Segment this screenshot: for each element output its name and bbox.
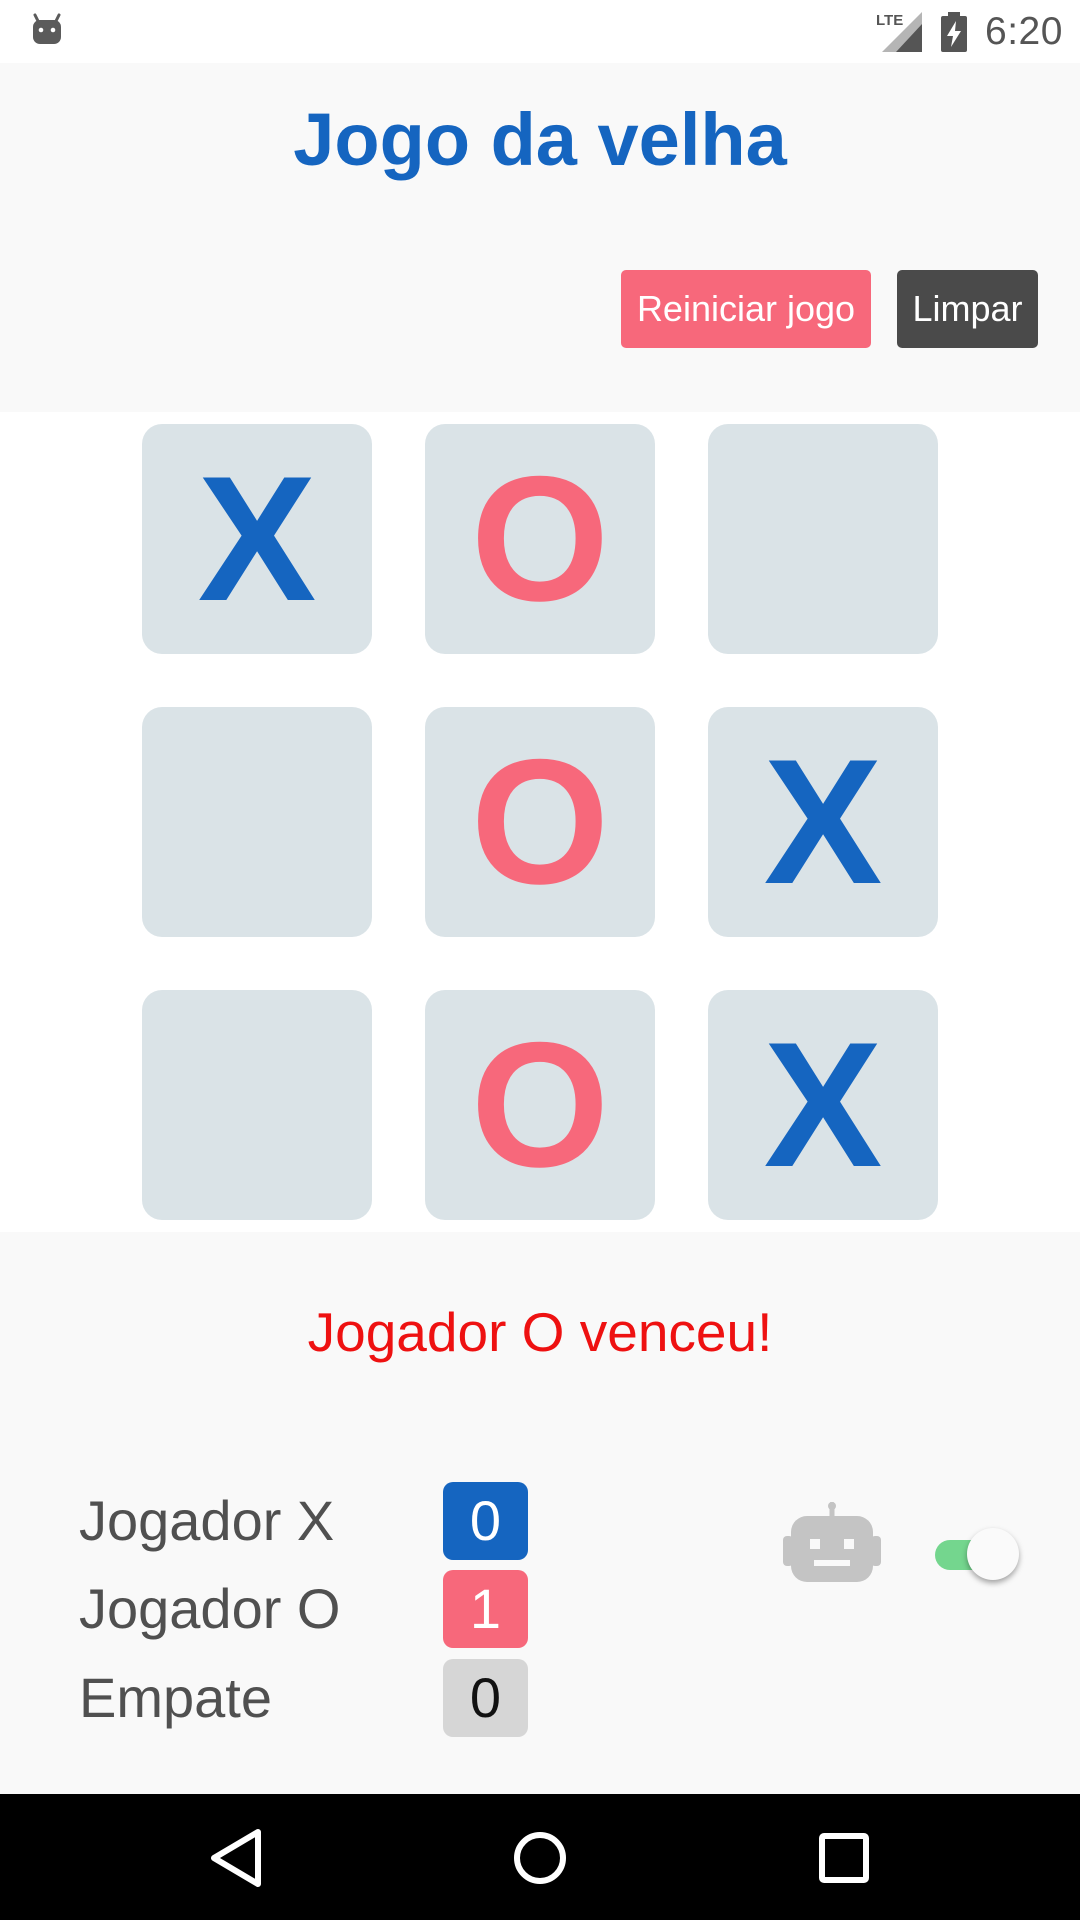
board-cell-2-0[interactable] — [142, 990, 372, 1220]
home-icon[interactable] — [504, 1822, 576, 1894]
ai-mode-toggle[interactable] — [935, 1523, 1019, 1583]
status-bar: LTE 6:20 — [0, 0, 1080, 63]
toggle-thumb — [967, 1528, 1019, 1580]
lte-label: LTE — [876, 12, 903, 29]
android-icon — [33, 13, 61, 44]
restart-game-button[interactable]: Reiniciar jogo — [621, 270, 871, 348]
board-cell-1-1[interactable]: O — [425, 707, 655, 937]
robot-icon — [783, 1502, 881, 1582]
score-badge-player-x: 0 — [443, 1482, 528, 1560]
board-cell-0-1[interactable]: O — [425, 424, 655, 654]
page-title: Jogo da velha — [293, 98, 787, 181]
board-cell-2-2[interactable]: X — [708, 990, 938, 1220]
result-message: Jogador O venceu! — [307, 1301, 773, 1363]
score-label-player-o: Jogador O — [79, 1577, 341, 1640]
score-badge-player-o: 1 — [443, 1570, 528, 1648]
status-time: 6:20 — [985, 10, 1063, 53]
board-cell-1-2[interactable]: X — [708, 707, 938, 937]
score-label-draw: Empate — [79, 1666, 272, 1729]
game-board: X O O X O X — [0, 412, 1080, 1232]
board-cell-0-0[interactable]: X — [142, 424, 372, 654]
board-cell-0-2[interactable] — [708, 424, 938, 654]
board-cell-1-0[interactable] — [142, 707, 372, 937]
clear-button[interactable]: Limpar — [897, 270, 1038, 348]
navigation-bar — [0, 1794, 1080, 1920]
back-icon[interactable] — [200, 1822, 272, 1894]
battery-charging-icon — [941, 12, 967, 52]
recent-apps-icon[interactable] — [808, 1822, 880, 1894]
score-badge-draw: 0 — [443, 1659, 528, 1737]
board-cell-2-1[interactable]: O — [425, 990, 655, 1220]
score-label-player-x: Jogador X — [79, 1489, 335, 1552]
lte-signal-icon: LTE — [876, 12, 922, 52]
